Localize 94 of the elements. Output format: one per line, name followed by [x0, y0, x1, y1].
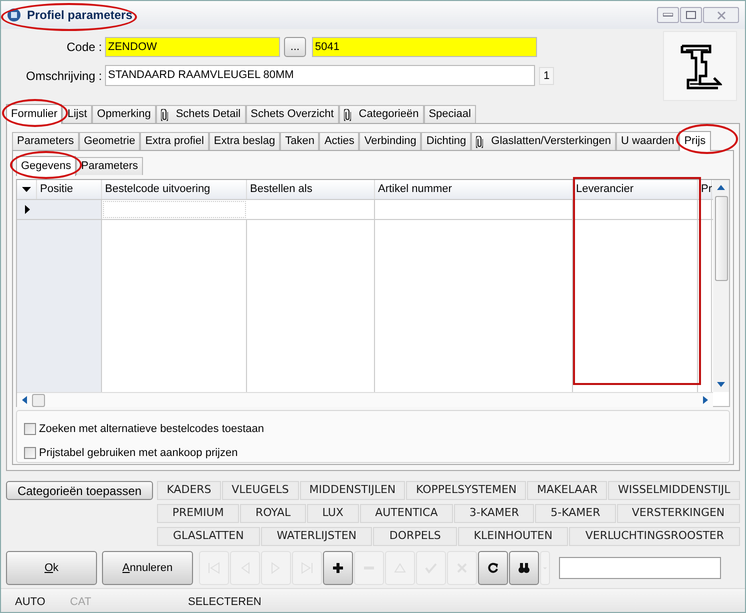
column-header[interactable]: Bestellen als: [247, 180, 375, 199]
status-text: AUTO: [15, 595, 46, 610]
tab[interactable]: Geometrie: [78, 132, 140, 150]
toolbar-button[interactable]: [323, 551, 353, 585]
dropdown-icon: [22, 187, 31, 192]
tab[interactable]: Lijst: [62, 105, 92, 123]
tab[interactable]: Prijs: [679, 131, 711, 151]
minimize-button[interactable]: [657, 7, 679, 23]
maximize-button[interactable]: [680, 7, 702, 23]
vertical-scrollbar[interactable]: [713, 180, 729, 392]
app-icon: [7, 8, 21, 22]
category-button[interactable]: KADERS: [157, 481, 221, 500]
maximize-icon: [686, 11, 696, 19]
annotation-ellipse: [676, 124, 738, 154]
category-button[interactable]: VERSTERKINGEN: [616, 504, 740, 523]
category-button[interactable]: PREMIUM: [157, 504, 240, 523]
table-cell[interactable]: [37, 200, 102, 219]
table-cell[interactable]: [103, 201, 246, 218]
category-button[interactable]: KOPPELSYSTEMEN: [406, 481, 526, 500]
code-field[interactable]: ZENDOW: [105, 37, 280, 57]
tab[interactable]: Dichting: [421, 132, 472, 150]
column-header[interactable]: Artikel nummer: [375, 180, 573, 199]
paperclip-icon: [160, 108, 168, 120]
tab[interactable]: Speciaal: [424, 105, 476, 123]
checkbox-label: Zoeken met alternatieve bestelcodes toestaan: [39, 422, 264, 437]
tab[interactable]: Extra beslag: [208, 132, 280, 150]
paperclip-icon: [344, 108, 351, 120]
category-button[interactable]: 5-KAMER: [535, 504, 616, 523]
refresh-icon: [487, 562, 499, 574]
tab[interactable]: Parameters: [76, 157, 144, 175]
apply-categories-button[interactable]: Categorieën toepassen: [6, 481, 153, 500]
tab[interactable]: Taken: [280, 132, 320, 150]
cancel-button[interactable]: Annuleren: [102, 551, 193, 585]
minimize-icon: [663, 13, 673, 17]
tab[interactable]: Opmerking: [92, 105, 156, 123]
plus-icon: [332, 562, 344, 574]
annotation-ellipse: [2, 99, 68, 127]
category-button[interactable]: KLEINHOUTEN: [458, 527, 568, 546]
scroll-down-icon: [717, 382, 725, 387]
category-button[interactable]: DORPELS: [373, 527, 457, 546]
current-row-icon: [24, 205, 30, 214]
scroll-right-icon: [703, 396, 708, 404]
close-button[interactable]: [703, 7, 739, 23]
toolbar-button[interactable]: [478, 551, 508, 585]
tab[interactable]: Gegevens: [16, 156, 76, 176]
category-button[interactable]: MAKELAAR: [527, 481, 608, 500]
ok-button[interactable]: Ok: [6, 551, 97, 585]
toolbar-button[interactable]: [509, 551, 539, 585]
category-button[interactable]: WATERLIJSTEN: [260, 527, 372, 546]
status-text: SELECTEREN: [188, 595, 262, 610]
close-icon: [716, 10, 726, 20]
column-header[interactable]: Pr: [698, 180, 712, 199]
tab[interactable]: Glaslatten/Versterkingen: [471, 132, 616, 150]
category-button[interactable]: WISSELMIDDENSTIJL: [608, 481, 740, 500]
window-title: Profiel parameters: [27, 7, 132, 24]
status-text: CAT: [70, 595, 92, 610]
category-button[interactable]: MIDDENSTIJLEN: [300, 481, 406, 500]
category-button[interactable]: ROYAL: [240, 504, 306, 523]
tab[interactable]: Schets Detail: [156, 105, 246, 123]
binoculars-icon: [518, 562, 530, 574]
category-button[interactable]: VLEUGELS: [222, 481, 299, 500]
tab[interactable]: Schets Overzicht: [246, 105, 339, 123]
checkbox[interactable]: [24, 423, 36, 436]
count-label: 1: [539, 66, 554, 84]
browse-button[interactable]: ...: [284, 37, 306, 57]
tab[interactable]: Acties: [319, 132, 360, 150]
category-button[interactable]: VERLUCHTINGSROOSTER: [569, 527, 740, 546]
scroll-thumb[interactable]: [32, 394, 45, 406]
code-label: Code :: [66, 39, 103, 56]
tab[interactable]: Formulier: [6, 104, 62, 124]
checkbox[interactable]: [24, 446, 36, 459]
column-header[interactable]: Positie: [37, 180, 102, 199]
column-header[interactable]: Bestelcode uitvoering: [102, 180, 247, 199]
search-field[interactable]: [559, 557, 721, 579]
tab[interactable]: Verbinding: [359, 132, 422, 150]
scroll-up-icon: [717, 185, 725, 190]
category-button[interactable]: AUTENTICA: [360, 504, 454, 523]
description-field[interactable]: STANDAARD RAAMVLEUGEL 80MM: [105, 65, 535, 86]
tab[interactable]: U waarden: [616, 132, 680, 150]
category-button[interactable]: LUX: [306, 504, 359, 523]
tab[interactable]: Categorieën: [338, 105, 424, 123]
annotation-ellipse: [10, 151, 82, 179]
description-label: Omschrijving :: [24, 68, 103, 84]
scroll-left-icon: [22, 396, 27, 404]
paperclip-icon: [476, 136, 484, 148]
horizontal-scrollbar[interactable]: [17, 392, 713, 407]
category-button[interactable]: 3-KAMER: [454, 504, 534, 523]
checkbox-label: Prijstabel gebruiken met aankoop prijzen: [39, 446, 238, 460]
category-button[interactable]: GLASLATTEN: [157, 527, 260, 546]
scroll-thumb[interactable]: [714, 196, 728, 281]
number-field[interactable]: 5041: [312, 37, 537, 57]
tab[interactable]: Extra profiel: [140, 132, 209, 150]
column-header[interactable]: Leverancier: [573, 180, 698, 199]
tab[interactable]: Parameters: [12, 132, 79, 150]
